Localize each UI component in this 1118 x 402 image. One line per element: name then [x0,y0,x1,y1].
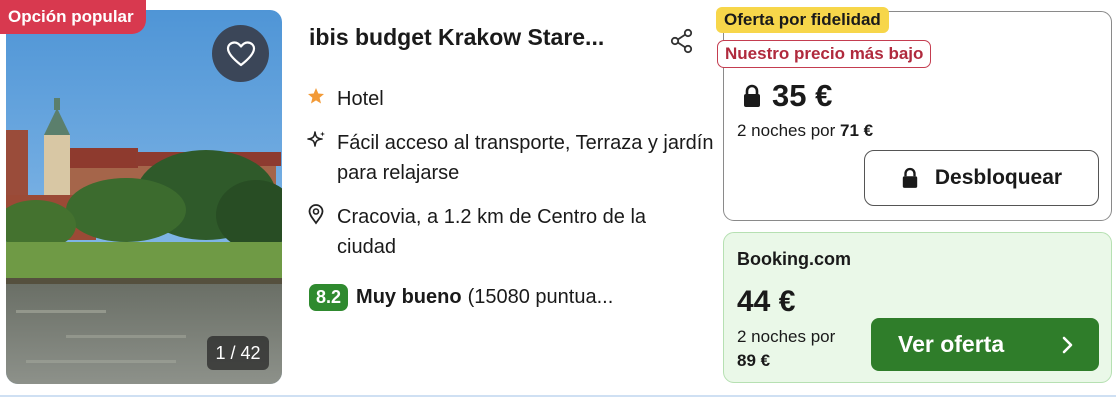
accommodation-type-label: Hotel [337,88,384,110]
loyalty-price: 35 € [742,78,832,114]
accommodation-type: Hotel [305,84,384,114]
location-text: Cracovia, a 1.2 km de Centro de la ciuda… [337,206,647,258]
share-button[interactable] [668,27,696,55]
provider-name: Booking.com [737,249,852,269]
booking-total: 2 noches por 89 € [737,325,867,373]
heart-icon [226,40,255,66]
unlock-button[interactable]: Desbloquear [864,150,1099,206]
loyalty-offer-tag: Oferta por fidelidad [716,7,889,33]
features-text: Fácil acceso al transporte, Terraza y ja… [337,132,714,184]
rating-score-badge: 8.2 [309,284,349,311]
chevron-right-icon [1062,336,1073,353]
photo-counter: 1 / 42 [207,336,269,370]
loyalty-nights-total: 71 € [840,121,874,140]
unlock-button-label: Desbloquear [934,166,1063,189]
lock-icon [744,84,760,107]
favorite-button[interactable] [212,25,269,82]
booking-price: 44 € [737,285,796,318]
view-offer-button-label: Ver oferta [898,331,1005,357]
rating[interactable]: 8.2 Muy bueno (15080 puntua... [309,284,613,311]
location-pin-icon [308,204,324,225]
booking-nights-total: 89 € [737,351,771,370]
location: Cracovia, a 1.2 km de Centro de la ciuda… [305,202,705,262]
hotel-title[interactable]: ibis budget Krakow Stare... [309,24,604,51]
loyalty-price-value: 35 € [772,78,833,113]
booking-nights-prefix: 2 noches por [737,327,836,346]
loyalty-nights-prefix: 2 noches por [737,121,836,140]
rating-label: Muy bueno [356,286,462,308]
rating-count: (15080 puntua... [467,286,614,308]
loyalty-total: 2 noches por 71 € [737,121,873,141]
lowest-price-tag: Nuestro precio más bajo [717,40,932,68]
hotel-card: Opción popular 1 / 42 ibis budget Krakow… [0,0,1116,397]
lock-icon [902,167,918,188]
view-offer-button[interactable]: Ver oferta [871,318,1099,371]
features: Fácil acceso al transporte, Terraza y ja… [305,128,715,188]
popular-badge: Opción popular [0,0,146,34]
star-icon [308,88,324,104]
share-icon [670,28,693,54]
sparkle-icon [307,131,325,147]
